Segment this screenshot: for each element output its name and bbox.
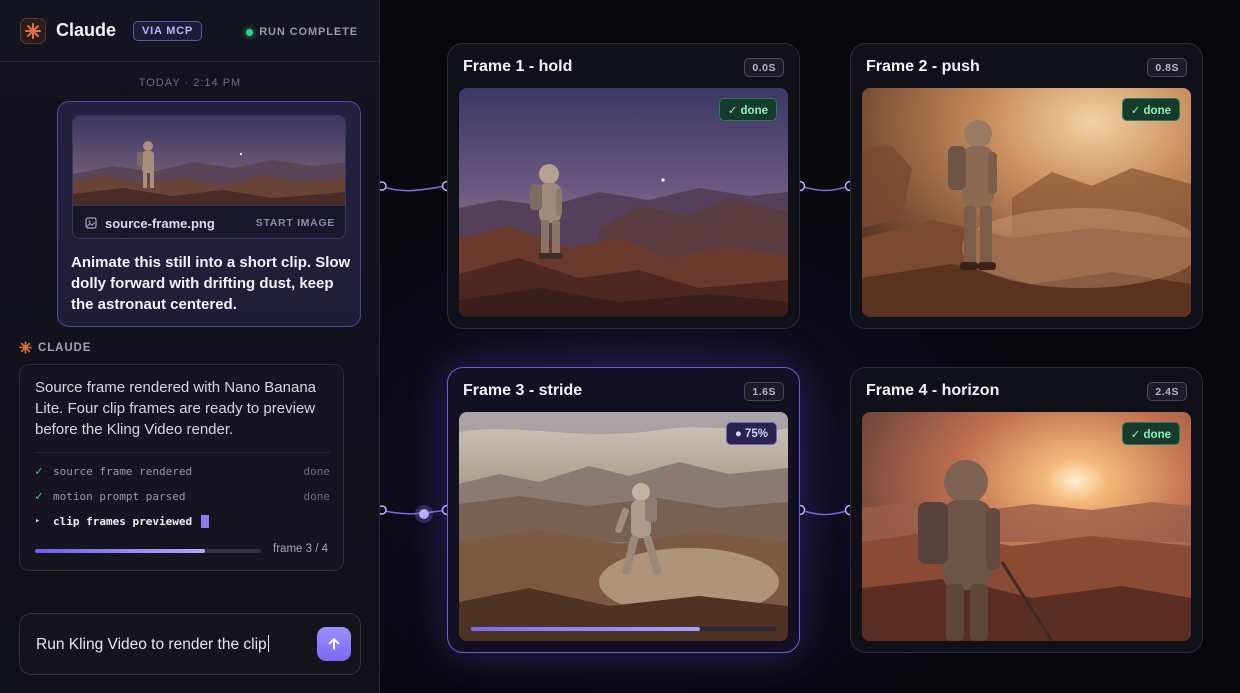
- frame-preview[interactable]: ✓ done: [862, 412, 1191, 641]
- prompt-input[interactable]: Run Kling Video to render the clip: [19, 613, 361, 675]
- assistant-message-text: Source frame rendered with Nano Banana L…: [35, 379, 317, 438]
- arrow-right-icon: ▸: [35, 516, 41, 526]
- step-label: clip frames previewed: [53, 514, 193, 528]
- frame-status-badge: ✓ done: [1121, 98, 1180, 121]
- frame-title: Frame 2 - push: [866, 58, 980, 75]
- assistant-label: CLAUDE: [19, 341, 91, 354]
- attachment-tag: START IMAGE: [255, 217, 335, 229]
- via-mcp-badge: VIA MCP: [133, 20, 203, 41]
- check-icon: ✓: [35, 488, 43, 504]
- send-button[interactable]: [317, 627, 351, 661]
- user-message-card: source-frame.png START IMAGE Animate thi…: [57, 101, 361, 327]
- frame-title: Frame 4 - horizon: [866, 382, 1000, 399]
- status-dot-icon: [246, 28, 254, 36]
- claude-spark-icon: [19, 341, 32, 354]
- frame-preview[interactable]: ● 75%: [459, 412, 788, 641]
- prompt-input-text[interactable]: Run Kling Video to render the clip: [36, 635, 269, 654]
- frame-title: Frame 3 - stride: [463, 382, 583, 399]
- step-item: ✓ motion prompt parsed done: [35, 488, 330, 504]
- connector-port[interactable]: [380, 505, 387, 515]
- step-label: source frame rendered: [53, 464, 193, 478]
- claude-logo-icon: [20, 17, 46, 44]
- frame-card-2[interactable]: Frame 2 - push 0.8S ✓ done: [850, 43, 1203, 329]
- app-window: Claude VIA MCP RUN COMPLETE TODAY · 2:14…: [0, 0, 1240, 693]
- cursor-block: [201, 514, 210, 528]
- chat-panel: Claude VIA MCP RUN COMPLETE TODAY · 2:14…: [0, 0, 380, 693]
- user-message-text: Animate this still into a short clip. Sl…: [71, 254, 351, 313]
- frame-status-badge: ✓ done: [1121, 422, 1180, 445]
- attachment-thumbnail[interactable]: [73, 116, 345, 205]
- run-status: RUN COMPLETE: [246, 26, 358, 38]
- attachment-filename: source-frame.png: [105, 215, 215, 231]
- assistant-message-card: Source frame rendered with Nano Banana L…: [19, 364, 344, 571]
- attachment-meta: source-frame.png START IMAGE: [73, 205, 345, 238]
- assistant-label-text: CLAUDE: [38, 341, 92, 354]
- step-state: done: [303, 489, 331, 503]
- frame-preview[interactable]: ✓ done: [862, 88, 1191, 317]
- frame-time: 0.8S: [1147, 58, 1187, 77]
- frame-status-badge: ● 75%: [725, 422, 777, 445]
- frames-canvas: Frame 1 - hold 0.0S ✓ done Frame 2 - pus…: [380, 0, 1240, 693]
- image-file-icon: [85, 217, 97, 229]
- check-icon: ✓: [35, 463, 43, 479]
- chat-header: Claude VIA MCP RUN COMPLETE: [0, 0, 380, 62]
- frame-time: 1.6S: [744, 382, 784, 401]
- progress-bar: [35, 549, 261, 553]
- progress-bar-fill: [35, 549, 205, 553]
- text-caret: [267, 635, 269, 652]
- prompt-input-value: Run Kling Video to render the clip: [36, 636, 267, 653]
- frame-card-3[interactable]: Frame 3 - stride 1.6S ● 75%: [447, 367, 800, 653]
- message-timestamp: TODAY · 2:14 PM: [138, 77, 242, 89]
- frame-card-1[interactable]: Frame 1 - hold 0.0S ✓ done: [447, 43, 800, 329]
- connector-pulse: [419, 509, 429, 519]
- frame-status-badge: ✓ done: [718, 98, 777, 121]
- run-status-label: RUN COMPLETE: [259, 26, 358, 38]
- app-name: Claude: [56, 20, 117, 40]
- frame-progress-bar: [471, 627, 776, 631]
- connector-pulse-glow: [415, 505, 433, 523]
- connector-port[interactable]: [380, 181, 387, 191]
- frame-preview[interactable]: ✓ done: [459, 88, 788, 317]
- step-state: done: [303, 464, 331, 478]
- frame-card-4[interactable]: Frame 4 - horizon 2.4S ✓ done: [850, 367, 1203, 653]
- step-label: motion prompt parsed: [53, 489, 186, 503]
- frame-progress-fill: [471, 627, 700, 631]
- step-item: ✓ source frame rendered done: [35, 463, 330, 479]
- frame-time: 0.0S: [744, 58, 784, 77]
- frame-time: 2.4S: [1147, 382, 1187, 401]
- step-item-active: ▸ clip frames previewed: [35, 513, 330, 529]
- frame-title: Frame 1 - hold: [463, 58, 573, 75]
- divider: [35, 452, 330, 453]
- arrow-up-icon: [328, 638, 340, 650]
- attachment-card[interactable]: source-frame.png START IMAGE: [72, 115, 346, 239]
- progress-label: frame 3 / 4: [273, 543, 328, 555]
